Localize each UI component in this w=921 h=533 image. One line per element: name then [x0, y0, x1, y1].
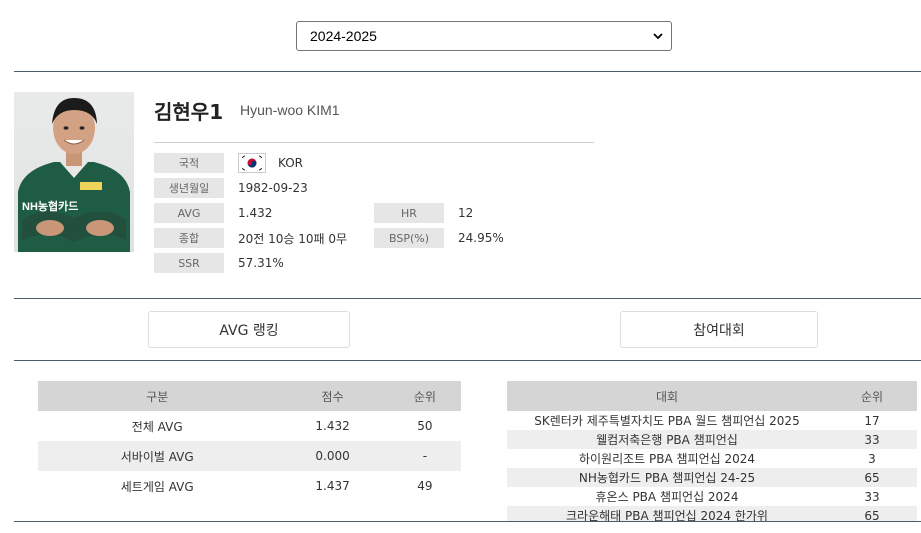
tournament-list-scroll[interactable]: 대회 순위 SK렌터카 제주특별자치도 PBA 월드 챔피언십 2025 17 …: [507, 381, 917, 521]
total-value: 20전 10승 10패 0무: [238, 231, 348, 246]
nationality-value: KOR: [278, 156, 303, 170]
table-row[interactable]: 크라운해태 PBA 챔피언십 2024 한가위 65: [507, 506, 917, 521]
table-row: 서바이벌 AVG 0.000 -: [38, 441, 461, 471]
bsp-label: BSP(%): [374, 228, 444, 248]
column-header: 구분: [38, 381, 277, 411]
table-row[interactable]: 웰컴저축은행 PBA 챔피언십 33: [507, 430, 917, 449]
tournament-name-cell: 하이원리조트 PBA 챔피언십 2024: [578, 452, 756, 466]
divider-top: [14, 71, 921, 72]
table-header-row: 대회 순위: [507, 381, 917, 411]
chevron-down-icon: [653, 33, 663, 40]
rank-cell: 33: [827, 430, 917, 449]
player-name-korean: 김현우1: [154, 100, 224, 124]
table-row[interactable]: NH농협카드 PBA 챔피언십 24-25 65: [507, 468, 917, 487]
divider-bottom: [14, 521, 921, 522]
column-header: 순위: [827, 381, 917, 411]
season-select-value: 2024-2025: [310, 28, 377, 44]
rank-cell: 17: [864, 413, 880, 428]
tournament-table: 대회 순위 SK렌터카 제주특별자치도 PBA 월드 챔피언십 2025 17 …: [507, 381, 917, 521]
tournament-name-cell: 웰컴저축은행 PBA 챔피언십: [507, 430, 827, 449]
table-row: 세트게임 AVG 1.437 49: [38, 471, 461, 501]
rank-cell: 50: [417, 419, 433, 433]
table-header-row: 구분 점수 순위: [38, 381, 461, 411]
svg-text:NH농협카드: NH농협카드: [22, 199, 78, 213]
ssr-value: 57.31%: [238, 256, 284, 270]
column-header: 점수: [276, 381, 389, 411]
table-row: 전체 AVG 1.432 50: [38, 411, 461, 441]
table-row[interactable]: 휴온스 PBA 챔피언십 2024 33: [507, 487, 917, 506]
player-photo: NH농협카드: [14, 92, 134, 252]
birthdate-label: 생년월일: [154, 178, 224, 198]
rank-cell: 49: [417, 479, 433, 493]
avg-ranking-table: 구분 점수 순위 전체 AVG 1.432 50 서바이벌 AVG 0.000 …: [38, 381, 461, 501]
tournament-name-cell: 휴온스 PBA 챔피언십 2024: [595, 490, 739, 504]
avg-value: 1.432: [238, 206, 273, 220]
ssr-label: SSR: [154, 253, 224, 273]
rank-cell: 33: [864, 489, 880, 504]
player-name-english: Hyun-woo KIM1: [240, 102, 340, 118]
table-row[interactable]: 하이원리조트 PBA 챔피언십 2024 3: [507, 449, 917, 468]
table-row[interactable]: SK렌터카 제주특별자치도 PBA 월드 챔피언십 2025 17: [507, 411, 917, 430]
bsp-value: 24.95%: [458, 231, 504, 245]
tournament-name-cell: 크라운해태 PBA 챔피언십 2024 한가위: [507, 506, 827, 521]
birthdate-value: 1982-09-23: [238, 181, 308, 195]
hr-label: HR: [374, 203, 444, 223]
tournament-name-cell: NH농협카드 PBA 챔피언십 24-25: [507, 468, 827, 487]
tournament-name-cell: SK렌터카 제주특별자치도 PBA 월드 챔피언십 2025: [534, 414, 800, 428]
category-cell: 전체 AVG: [131, 419, 183, 434]
column-header: 순위: [388, 381, 461, 411]
column-header: 대회: [507, 381, 827, 411]
total-label: 종합: [154, 228, 224, 248]
avg-label: AVG: [154, 203, 224, 223]
tab-avg-ranking[interactable]: AVG 랭킹: [148, 311, 350, 348]
score-cell: 1.437: [315, 479, 350, 493]
season-select[interactable]: 2024-2025: [296, 21, 672, 51]
name-underline: [154, 142, 594, 143]
rank-cell: 65: [827, 506, 917, 521]
score-cell: 1.432: [315, 419, 350, 433]
rank-cell: 3: [868, 451, 876, 466]
category-cell: 서바이벌 AVG: [38, 441, 277, 471]
rank-cell: -: [388, 441, 461, 471]
category-cell: 세트게임 AVG: [120, 479, 194, 494]
score-cell: 0.000: [276, 441, 389, 471]
korea-flag-icon: [238, 153, 266, 173]
tab-tournaments[interactable]: 참여대회: [620, 311, 818, 348]
hr-value: 12: [458, 206, 474, 220]
rank-cell: 65: [827, 468, 917, 487]
player-portrait-image: NH농협카드: [18, 98, 130, 252]
nationality-label: 국적: [154, 153, 224, 173]
divider-tabs: [14, 360, 921, 361]
divider-middle: [14, 298, 921, 299]
